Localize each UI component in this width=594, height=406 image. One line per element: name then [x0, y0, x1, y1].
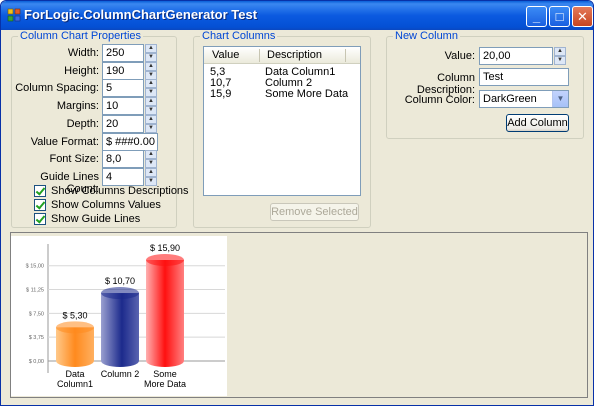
- value-spinner[interactable]: ▲ ▼: [554, 47, 566, 65]
- main-window: ForLogic.ColumnChartGenerator Test _ □ ✕…: [0, 0, 594, 406]
- spin-up-icon[interactable]: ▲: [145, 79, 157, 89]
- chart-properties-label: Column Chart Properties: [18, 30, 144, 42]
- spin-down-icon[interactable]: ▼: [145, 53, 157, 62]
- field-label: Height:: [64, 64, 99, 77]
- data-label: $ 5,30: [62, 310, 87, 320]
- field-label: Width:: [67, 47, 99, 59]
- column-chart: $ 0,00 $ 3,75 $ 7,50 $ 11,25 $ 15,00 $ 5,30 Da…: [26, 243, 225, 389]
- chevron-down-icon[interactable]: ▼: [552, 91, 568, 107]
- field-input[interactable]: $ ###0.00: [102, 132, 158, 151]
- bar: [146, 260, 184, 361]
- field-input[interactable]: 10: [102, 97, 144, 116]
- checkmark-icon[interactable]: [34, 213, 46, 225]
- y-tick-label: $ 15,00: [26, 264, 44, 270]
- column-description-input[interactable]: Test: [479, 68, 569, 86]
- field-spinner[interactable]: ▲ ▼: [145, 150, 157, 169]
- checkmark-icon[interactable]: [34, 185, 46, 197]
- field-spinner[interactable]: ▲ ▼: [145, 44, 157, 62]
- listview-header: Value Description: [204, 47, 360, 64]
- minimize-button[interactable]: _: [526, 6, 547, 27]
- spin-down-icon[interactable]: ▼: [145, 123, 157, 133]
- column-color-label: Column Color:: [404, 94, 475, 106]
- app-icon: [7, 8, 21, 22]
- bar-base: [101, 355, 139, 367]
- close-button[interactable]: ✕: [572, 6, 593, 27]
- field-input[interactable]: 4: [102, 167, 144, 186]
- y-tick-label: $ 3,75: [29, 335, 44, 341]
- spin-up-icon[interactable]: ▲: [145, 44, 157, 53]
- checkbox-label: Show Columns Values: [51, 199, 161, 211]
- spin-up-icon[interactable]: ▲: [145, 61, 157, 71]
- columns-listview[interactable]: Value Description 5,3 Data Column1 10,7 Col…: [203, 46, 361, 196]
- field-input[interactable]: 8,0: [102, 150, 144, 169]
- checkmark-icon[interactable]: [34, 199, 46, 211]
- category-label: Column 2: [101, 369, 140, 379]
- field-input[interactable]: 190: [102, 61, 144, 80]
- field-input[interactable]: 5: [102, 79, 144, 98]
- value-input[interactable]: 20,00: [479, 47, 553, 65]
- field-label: Depth:: [66, 117, 99, 130]
- field-spinner[interactable]: ▲ ▼: [145, 79, 157, 98]
- bar-top: [56, 321, 94, 334]
- header-description[interactable]: Description: [267, 49, 322, 61]
- spin-up-icon[interactable]: ▲: [145, 97, 157, 107]
- data-label: $ 15,90: [150, 243, 180, 253]
- value-label: Value:: [444, 50, 475, 62]
- field-input[interactable]: 20: [102, 114, 144, 133]
- spin-down-icon[interactable]: ▼: [145, 70, 157, 80]
- category-label: More Data: [144, 379, 186, 389]
- maximize-icon: □: [555, 9, 564, 24]
- maximize-button[interactable]: □: [549, 6, 570, 27]
- field-label: Font Size:: [49, 153, 99, 166]
- bar-top: [146, 254, 184, 266]
- spin-up-icon[interactable]: ▲: [145, 114, 157, 124]
- option-checkbox[interactable]: Show Columns Descriptions: [34, 185, 189, 197]
- field-label: Column Spacing:: [15, 82, 99, 95]
- header-divider[interactable]: [259, 49, 260, 62]
- row-value: 15,9: [210, 88, 232, 100]
- category-label: Data: [65, 369, 84, 379]
- minimize-icon: _: [532, 9, 541, 24]
- spin-down-icon[interactable]: ▼: [145, 88, 157, 98]
- column-description-label: Column Description:: [416, 72, 475, 96]
- field-spinner[interactable]: ▲ ▼: [145, 61, 157, 80]
- data-label: $ 10,70: [105, 276, 135, 286]
- field-label: Value Format:: [30, 135, 99, 148]
- category-label: Some: [153, 369, 177, 379]
- remove-selected-button[interactable]: Remove Selected: [270, 203, 359, 221]
- field-spinner[interactable]: ▲ ▼: [145, 114, 157, 133]
- header-divider[interactable]: [345, 49, 346, 62]
- close-icon: ✕: [577, 9, 588, 24]
- option-checkbox[interactable]: Show Columns Values: [34, 199, 161, 211]
- field-input[interactable]: 250: [102, 44, 144, 62]
- spin-up-icon[interactable]: ▲: [145, 167, 157, 177]
- field-spinner[interactable]: ▲ ▼: [145, 97, 157, 116]
- field-label: Margins:: [56, 100, 99, 113]
- window-title: ForLogic.ColumnChartGenerator Test: [24, 7, 258, 22]
- bar-base: [146, 355, 184, 367]
- category-label: Column1: [57, 379, 93, 389]
- row-description: Some More Data: [265, 88, 349, 100]
- y-tick-label: $ 11,25: [26, 288, 44, 294]
- column-color-value: DarkGreen: [483, 93, 537, 105]
- bar: [101, 293, 139, 361]
- bar-top: [101, 287, 139, 300]
- header-value[interactable]: Value: [212, 49, 239, 61]
- chart-area: $ 0,00 $ 3,75 $ 7,50 $ 11,25 $ 15,00 $ 5,30 Da…: [11, 236, 227, 396]
- y-tick-label: $ 7,50: [29, 311, 44, 317]
- spin-down-icon[interactable]: ▼: [145, 159, 157, 169]
- field-spinner[interactable]: ▲ ▼: [145, 167, 157, 186]
- bar-base: [56, 355, 94, 367]
- add-column-button[interactable]: Add Column: [506, 114, 569, 132]
- y-tick-label: $ 0,00: [29, 359, 44, 365]
- new-column-label: New Column: [393, 30, 460, 42]
- column-color-select[interactable]: DarkGreen ▼: [479, 90, 569, 108]
- checkbox-label: Show Columns Descriptions: [51, 185, 189, 197]
- option-checkbox[interactable]: Show Guide Lines: [34, 213, 140, 225]
- checkbox-label: Show Guide Lines: [51, 213, 141, 225]
- spin-up-icon[interactable]: ▲: [145, 150, 157, 160]
- chart-columns-label: Chart Columns: [200, 30, 278, 42]
- title-bar[interactable]: ForLogic.ColumnChartGenerator Test _ □ ✕: [1, 1, 593, 30]
- spin-down-icon[interactable]: ▼: [145, 106, 157, 116]
